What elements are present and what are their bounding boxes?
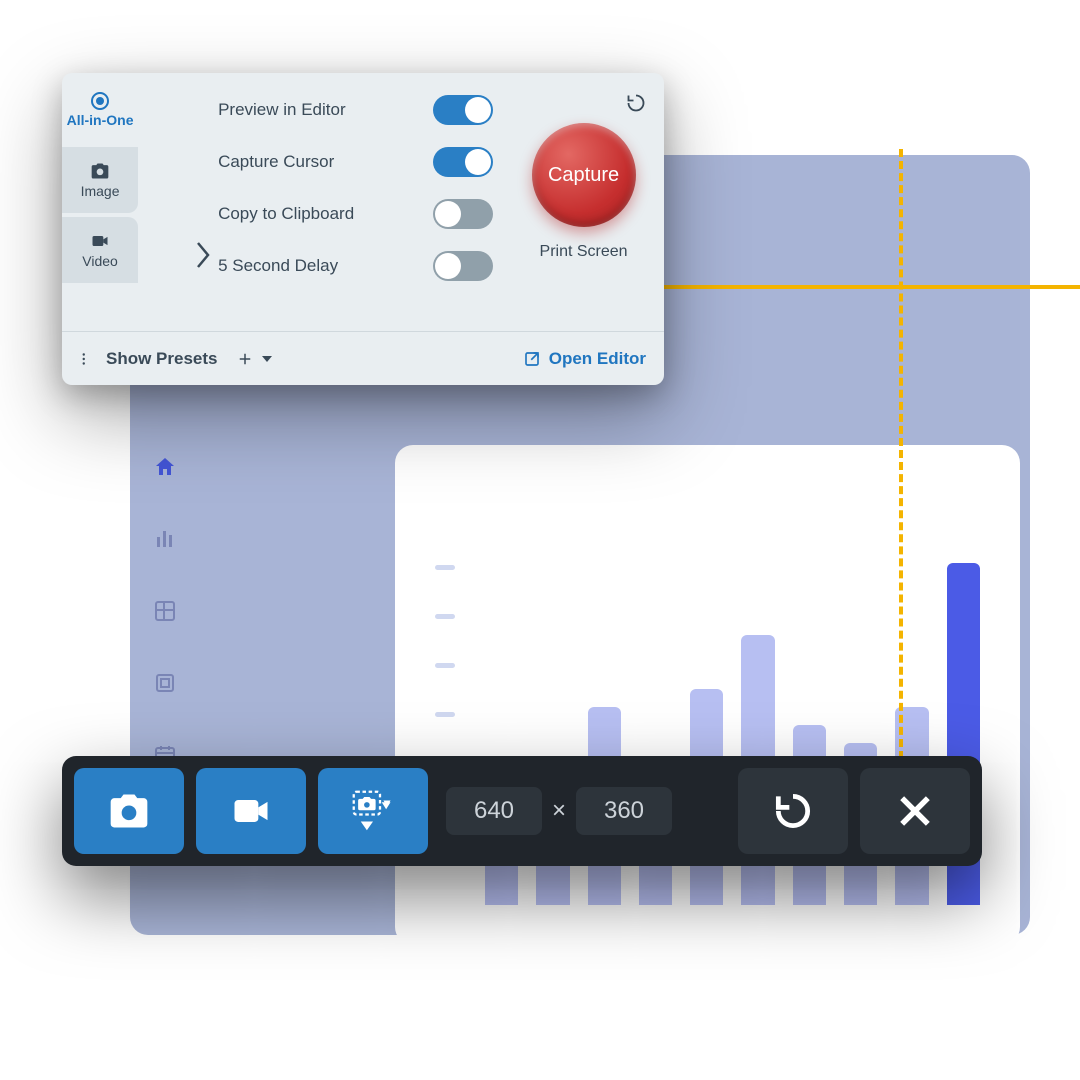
option-preview-editor: Preview in Editor — [218, 95, 493, 125]
scrolling-capture-icon — [345, 783, 401, 839]
toggle-preview[interactable] — [433, 95, 493, 125]
scrolling-capture-button[interactable] — [318, 768, 428, 854]
charts-icon[interactable] — [153, 527, 177, 551]
option-copy-clipboard: Copy to Clipboard — [218, 199, 493, 229]
video-icon — [90, 231, 110, 251]
open-editor-label: Open Editor — [549, 349, 646, 369]
width-input[interactable]: 640 — [446, 787, 542, 835]
undo-icon — [771, 789, 815, 833]
capture-button-area: Capture Print Screen — [503, 73, 664, 331]
capture-button[interactable]: Capture — [532, 123, 636, 227]
tab-label: All-in-One — [67, 112, 134, 128]
presets-label: Show Presets — [106, 349, 218, 369]
open-editor-icon — [523, 350, 541, 368]
capture-hotkey-label: Print Screen — [540, 243, 628, 261]
plus-icon — [236, 350, 254, 368]
video-icon — [229, 789, 273, 833]
option-delay: 5 Second Delay — [218, 251, 493, 281]
presets-icon — [80, 350, 98, 368]
tab-image[interactable]: Image — [62, 147, 138, 213]
tab-label: Video — [82, 253, 118, 269]
all-in-one-icon — [91, 92, 109, 110]
open-editor-button[interactable]: Open Editor — [523, 349, 646, 369]
selection-vertical-line — [899, 149, 903, 759]
selection-horizontal-solid — [662, 285, 1080, 289]
option-label: Preview in Editor — [218, 100, 346, 120]
tab-video[interactable]: Video — [62, 217, 138, 283]
video-capture-button[interactable] — [196, 768, 306, 854]
capture-mode-tabs: All-in-One Image Video — [62, 73, 138, 331]
toggle-clipboard[interactable] — [433, 199, 493, 229]
toggle-cursor[interactable] — [433, 147, 493, 177]
show-presets-button[interactable]: Show Presets — [80, 349, 218, 369]
home-icon[interactable] — [153, 455, 177, 479]
option-label: 5 Second Delay — [218, 256, 338, 276]
add-preset-button[interactable] — [236, 350, 272, 368]
option-label: Copy to Clipboard — [218, 204, 354, 224]
close-icon — [893, 789, 937, 833]
dimension-times: × — [552, 797, 566, 825]
reset-icon[interactable] — [626, 93, 646, 113]
dimensions-group: 640 × 360 — [446, 787, 672, 835]
height-input[interactable]: 360 — [576, 787, 672, 835]
snagit-capture-panel: All-in-One Image Video Preview in Editor — [62, 73, 664, 385]
chart-card — [395, 445, 1020, 945]
layout-icon[interactable] — [153, 671, 177, 695]
tables-icon[interactable] — [153, 599, 177, 623]
close-button[interactable] — [860, 768, 970, 854]
camera-icon — [107, 789, 151, 833]
camera-icon — [90, 161, 110, 181]
capture-options: Preview in Editor Capture Cursor Copy to… — [138, 73, 503, 331]
option-label: Capture Cursor — [218, 152, 334, 172]
chevron-right-icon — [194, 239, 212, 271]
toggle-delay[interactable] — [433, 251, 493, 281]
undo-button[interactable] — [738, 768, 848, 854]
caret-down-icon — [262, 356, 272, 362]
option-capture-cursor: Capture Cursor — [218, 147, 493, 177]
panel-footer: Show Presets Open Editor — [62, 331, 664, 385]
tab-label: Image — [81, 183, 120, 199]
image-capture-button[interactable] — [74, 768, 184, 854]
tab-all-in-one[interactable]: All-in-One — [62, 73, 138, 147]
capture-toolbar: 640 × 360 — [62, 756, 982, 866]
